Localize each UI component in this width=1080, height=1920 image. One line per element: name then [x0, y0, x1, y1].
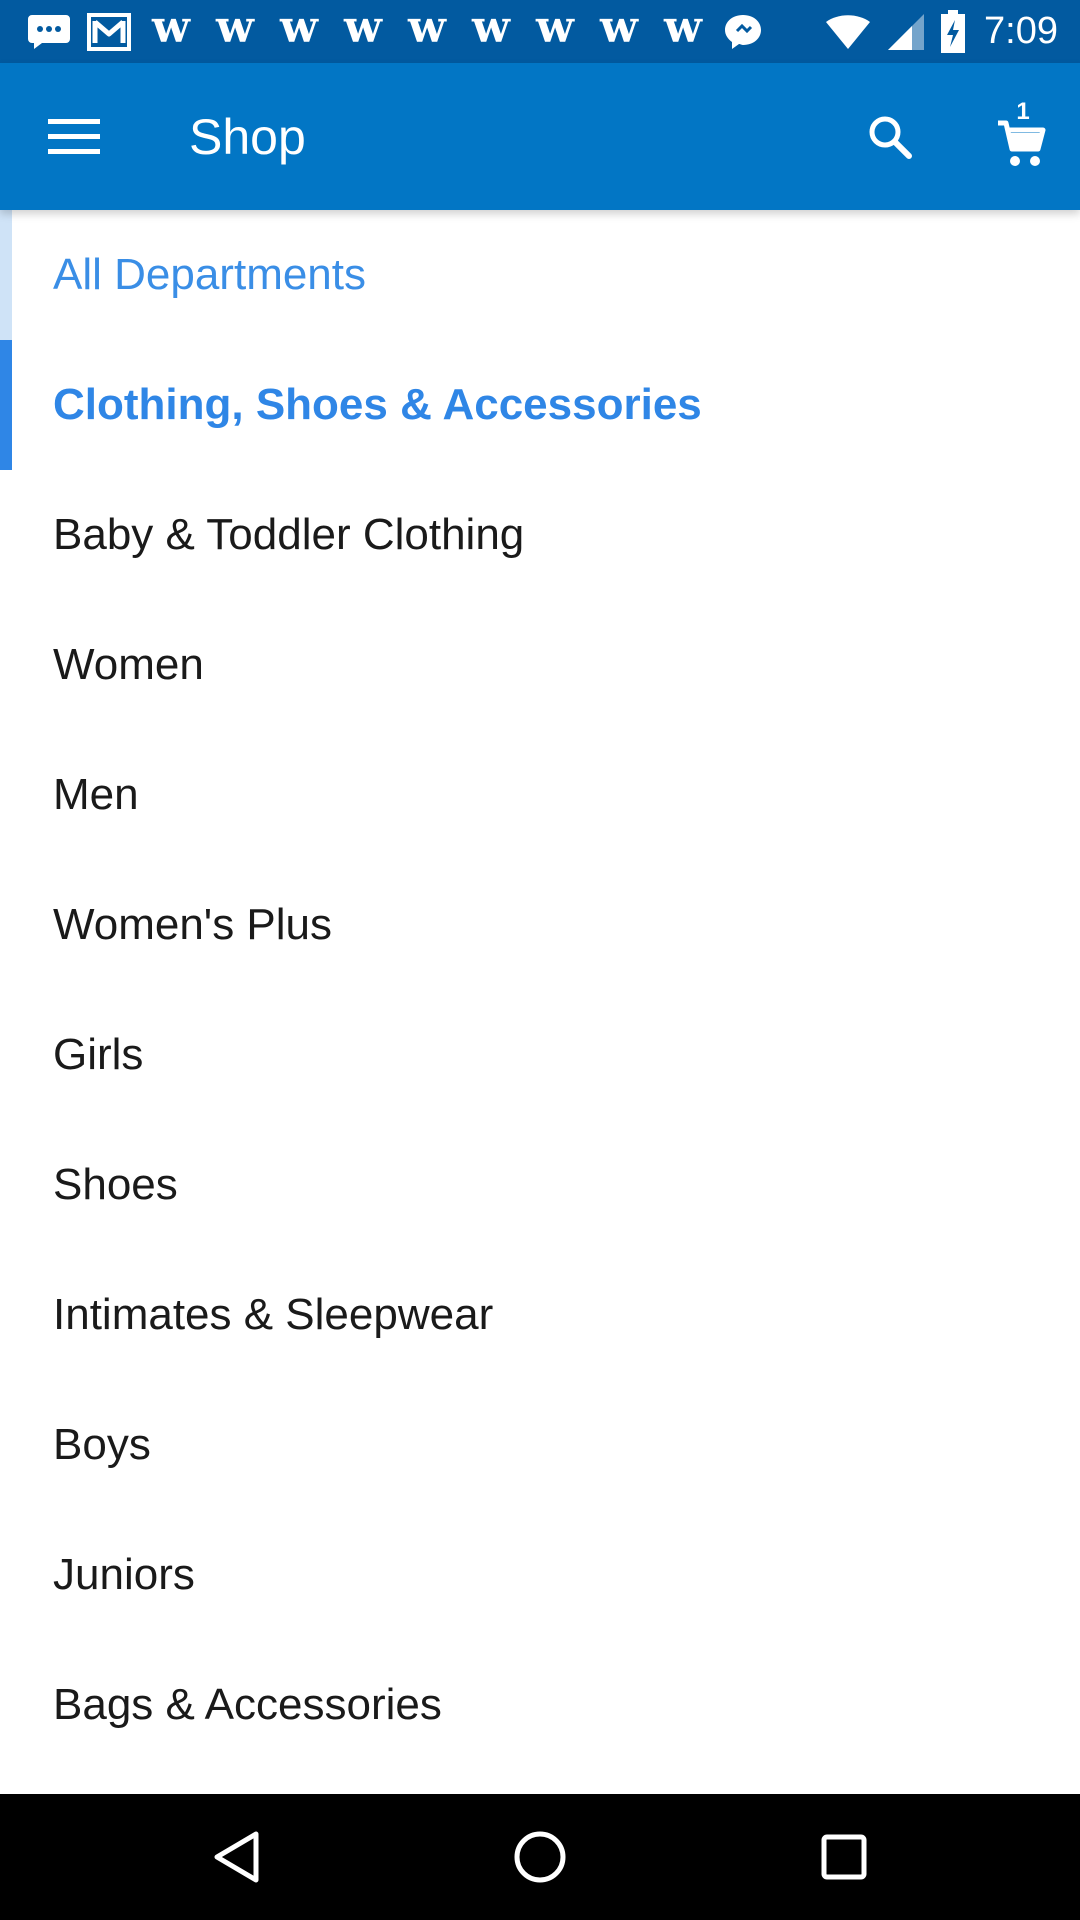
chat-bubble-icon: [26, 13, 72, 51]
w-icon: w: [280, 1, 318, 53]
list-item[interactable]: Men: [0, 730, 1080, 860]
all-departments-link[interactable]: All Departments: [0, 210, 1080, 340]
page-title: Shop: [189, 109, 306, 165]
cell-signal-icon: [886, 12, 926, 52]
list-item[interactable]: Bags & Accessories: [0, 1640, 1080, 1770]
app-bar: Shop 1: [0, 63, 1080, 210]
list-item[interactable]: Juniors: [0, 1510, 1080, 1640]
list-item[interactable]: Shoes: [0, 1120, 1080, 1250]
gmail-icon: [86, 12, 132, 52]
search-icon[interactable]: [860, 107, 920, 167]
messenger-icon: [722, 12, 764, 52]
list-item[interactable]: Women: [0, 600, 1080, 730]
list-item[interactable]: Intimates & Sleepwear: [0, 1250, 1080, 1380]
home-icon[interactable]: [510, 1827, 570, 1887]
selected-department[interactable]: Clothing, Shoes & Accessories: [0, 340, 1080, 470]
list-item[interactable]: Boys: [0, 1380, 1080, 1510]
system-nav-bar: [0, 1794, 1080, 1920]
status-bar: w w w w w w w w w 7:09: [0, 0, 1080, 63]
w-icon: w: [664, 1, 702, 53]
list-item[interactable]: Girls: [0, 990, 1080, 1120]
back-icon[interactable]: [206, 1827, 266, 1887]
notification-icons: w w w w w w w w w: [26, 0, 764, 63]
w-icon: w: [408, 1, 446, 53]
system-status: 7:09: [824, 0, 1058, 63]
battery-charging-icon: [940, 9, 966, 54]
menu-icon[interactable]: [44, 107, 104, 167]
w-icon: w: [152, 1, 190, 53]
w-icon: w: [600, 1, 638, 53]
w-icon: w: [536, 1, 574, 53]
list-item[interactable]: Baby & Toddler Clothing: [0, 470, 1080, 600]
wifi-icon: [824, 13, 872, 51]
w-icon: w: [472, 1, 510, 53]
recents-icon[interactable]: [814, 1827, 874, 1887]
list-item[interactable]: Women's Plus: [0, 860, 1080, 990]
w-icon: w: [344, 1, 382, 53]
department-list: All Departments Clothing, Shoes & Access…: [0, 210, 1080, 1770]
cart-count-badge: 1: [1016, 98, 1030, 125]
clock: 7:09: [984, 10, 1058, 52]
w-icon: w: [216, 1, 254, 53]
